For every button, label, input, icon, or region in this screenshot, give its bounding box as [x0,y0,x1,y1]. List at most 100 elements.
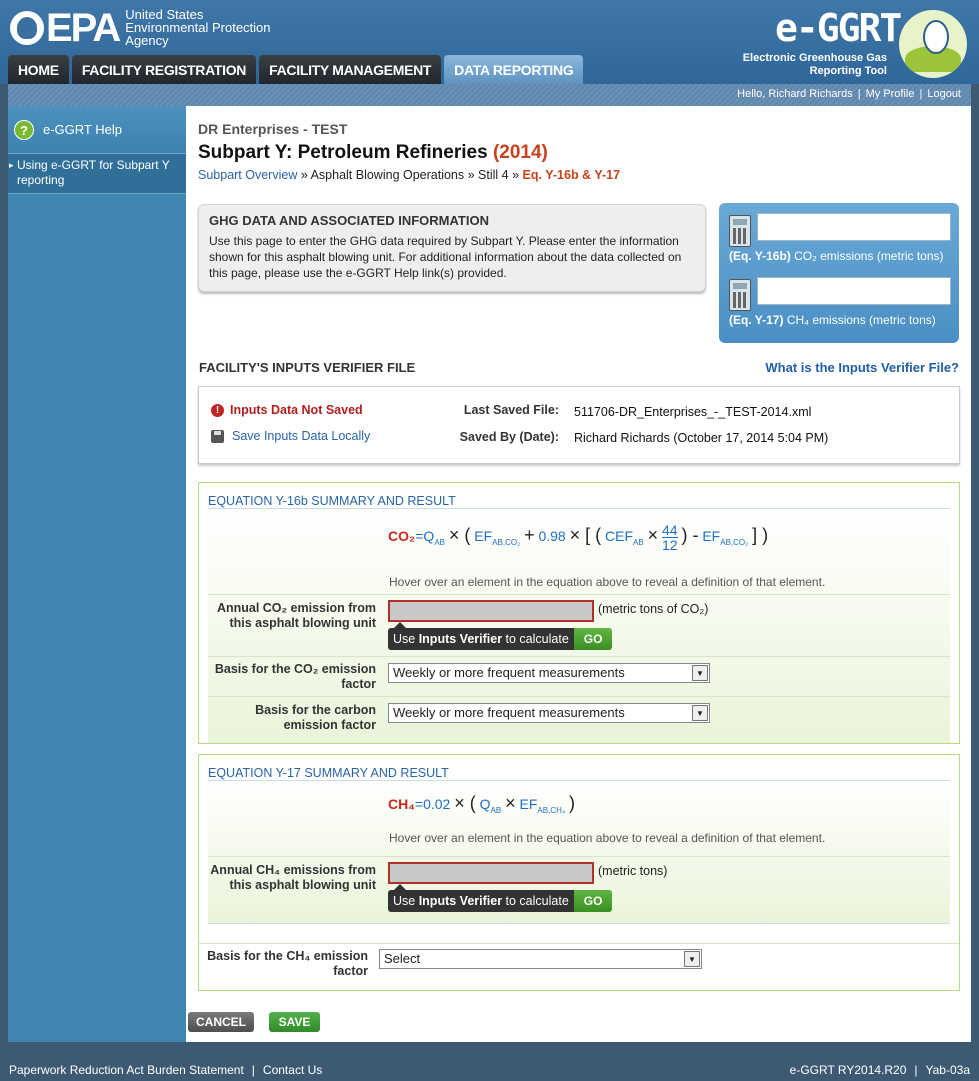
eggrt-tagline: Electronic Greenhouse Gas Reporting Tool [742,52,887,77]
basis-co2-select[interactable]: Weekly or more frequent measurements ▼ [388,663,710,683]
verifier-heading: FACILITY'S INPUTS VERIFIER FILE [199,360,416,375]
section-divider [208,923,950,924]
last-saved-label: Last Saved File: [463,403,559,417]
inputs-verifier-go-button[interactable]: Use Inputs Verifier to calculate GO [388,622,613,650]
egret-bird-icon [899,10,967,78]
screen-id: Yab-03a [925,1063,970,1077]
reporting-year: (2014) [492,142,548,163]
tab-data-reporting[interactable]: DATA REPORTING [444,55,584,84]
annual-ch4-row: Annual CH₄ emissions from this asphalt b… [208,856,950,922]
ghg-info-title: GHG DATA AND ASSOCIATED INFORMATION [209,213,489,228]
equation-y16b-formula: CO₂=QAB × ( EFAB,CO₂ + 0.98 × [ ( CEFAB … [388,522,769,553]
equation-hover-note: Hover over an element in the equation ab… [389,831,826,845]
basis-co2-row: Basis for the CO₂ emission factor Weekly… [208,656,950,696]
main-nav: HOME FACILITY REGISTRATION FACILITY MANA… [8,55,586,84]
verifier-help-link[interactable]: What is the Inputs Verifier File? [765,360,959,375]
dropdown-arrow-icon: ▼ [684,951,700,967]
calculator-icon [729,279,751,311]
calc-row-ch4: (Eq. Y-17) CH₄ emissions (metric tons) [727,275,951,339]
paperwork-link[interactable]: Paperwork Reduction Act Burden Statement [9,1063,244,1077]
basis-ch4-label: Basis for the CH₄ emission factor [207,949,368,978]
tab-home[interactable]: HOME [8,55,69,84]
annual-co2-unit: (metric tons of CO₂) [598,602,709,616]
my-profile-link[interactable]: My Profile [866,88,915,100]
annual-co2-input[interactable] [388,600,594,622]
equation-y17-title: EQUATION Y-17 SUMMARY AND RESULT [208,766,449,780]
page-header: EPA United States Environmental Protecti… [0,0,979,84]
equation-y17-formula: CH₄=0.02 × ( QAB × EFAB,CH₄ ) [388,793,575,815]
organization-name: DR Enterprises - TEST [198,121,348,137]
formula-constant[interactable]: 0.02 [423,796,450,812]
formula-co2-symbol[interactable]: CO₂ [388,528,415,544]
user-bar: Hello, Richard Richards | My Profile | Logou… [8,84,971,106]
left-sidebar: ? e-GGRT Help Using e-GGRT for Subpart Y… [8,106,186,1042]
save-inputs-locally-link[interactable]: Save Inputs Data Locally [211,429,370,443]
formula-fraction: 44 12 [661,522,678,553]
co2-emissions-result [757,213,951,241]
formula-ef-ab-co2[interactable]: EFAB,CO₂ [474,528,520,547]
formula-qab[interactable]: QAB [480,796,502,815]
verifier-tooltip: Use Inputs Verifier to calculate [388,622,574,650]
user-greeting: Hello, Richard Richards [737,88,853,100]
save-disk-icon [211,429,224,443]
contact-us-link[interactable]: Contact Us [263,1063,322,1077]
equation-y17-section: EQUATION Y-17 SUMMARY AND RESULT CH₄=0.0… [198,754,960,991]
verifier-tooltip: Use Inputs Verifier to calculate [388,884,574,912]
eggrt-logo[interactable]: e-GGRT Electronic Greenhouse Gas Reporti… [737,6,967,80]
breadcrumb-subpart-overview[interactable]: Subpart Overview [198,168,297,182]
basis-carbon-select[interactable]: Weekly or more frequent measurements ▼ [388,703,710,723]
go-button[interactable]: GO [573,890,613,912]
help-label: e-GGRT Help [43,122,122,137]
calculator-icon [729,215,751,247]
main-content: DR Enterprises - TEST Subpart Y: Petrole… [186,106,971,1042]
ch4-emissions-result [757,277,951,305]
ghg-info-box: GHG DATA AND ASSOCIATED INFORMATION Use … [198,204,706,292]
equation-hover-note: Hover over an element in the equation ab… [389,575,826,589]
page-footer: Paperwork Reduction Act Burden Statement… [9,1063,970,1077]
help-link-subpart-y[interactable]: Using e-GGRT for Subpart Y reporting [8,154,186,194]
logout-link[interactable]: Logout [927,88,961,100]
tab-facility-management[interactable]: FACILITY MANAGEMENT [259,55,442,84]
basis-ch4-row: Basis for the CH₄ emission factor Select… [199,943,959,989]
basis-ch4-select[interactable]: Select ▼ [379,949,702,969]
breadcrumb-unit: Still 4 [478,168,509,182]
error-icon: ! [211,403,224,417]
help-header[interactable]: ? e-GGRT Help [8,106,186,154]
inputs-not-saved-status: ! Inputs Data Not Saved [211,403,363,417]
app-version: e-GGRT RY2014.R20 [789,1063,907,1077]
page-title: Subpart Y: Petroleum Refineries (2014) [198,142,548,163]
basis-carbon-row: Basis for the carbon emission factor Wee… [208,696,950,742]
inputs-verifier-go-button[interactable]: Use Inputs Verifier to calculate GO [388,884,613,912]
saved-by-value: Richard Richards (October 17, 2014 5:04 … [574,431,829,445]
formula-qab[interactable]: QAB [423,528,445,547]
go-button[interactable]: GO [573,628,613,650]
annual-ch4-label: Annual CH₄ emissions from this asphalt b… [210,863,376,892]
basis-carbon-label: Basis for the carbon emission factor [255,703,376,732]
epa-agency-name: United States Environmental Protection A… [125,7,271,48]
formula-ef-ab-co2-2[interactable]: EFAB,CO₂ [702,528,748,547]
tab-facility-registration[interactable]: FACILITY REGISTRATION [71,55,257,84]
emissions-calculator-panel: (Eq. Y-16b) CO₂ emissions (metric tons) … [719,203,959,343]
saved-by-label: Saved By (Date): [459,430,559,444]
epa-logo[interactable]: EPA United States Environmental Protecti… [10,5,271,50]
calc-row-co2: (Eq. Y-16b) CO₂ emissions (metric tons) [727,211,951,275]
annual-co2-row: Annual CO₂ emission from this asphalt bl… [208,594,950,656]
epa-logo-text: EPA [46,5,121,50]
cancel-button[interactable]: CANCEL [188,1012,254,1032]
formula-ch4-symbol[interactable]: CH₄ [388,796,415,812]
annual-ch4-input[interactable] [388,862,594,884]
co2-emissions-label: (Eq. Y-16b) CO₂ emissions (metric tons) [729,249,944,263]
equation-y16b-title: EQUATION Y-16b SUMMARY AND RESULT [208,494,456,508]
save-button[interactable]: SAVE [269,1012,320,1032]
formula-ef-ab-ch4[interactable]: EFAB,CH₄ [520,796,566,815]
formula-constant[interactable]: 0.98 [538,528,565,544]
basis-co2-label: Basis for the CO₂ emission factor [214,662,376,691]
dropdown-arrow-icon: ▼ [692,665,708,681]
formula-cef-ab[interactable]: CEFAB [605,528,644,547]
breadcrumb: Subpart Overview » Asphalt Blowing Opera… [198,168,621,182]
help-question-icon: ? [14,119,34,140]
dropdown-arrow-icon: ▼ [692,705,708,721]
annual-co2-label: Annual CO₂ emission from this asphalt bl… [216,601,376,630]
breadcrumb-operation: Asphalt Blowing Operations [310,168,465,182]
ghg-info-body: Use this page to enter the GHG data requ… [209,234,682,280]
